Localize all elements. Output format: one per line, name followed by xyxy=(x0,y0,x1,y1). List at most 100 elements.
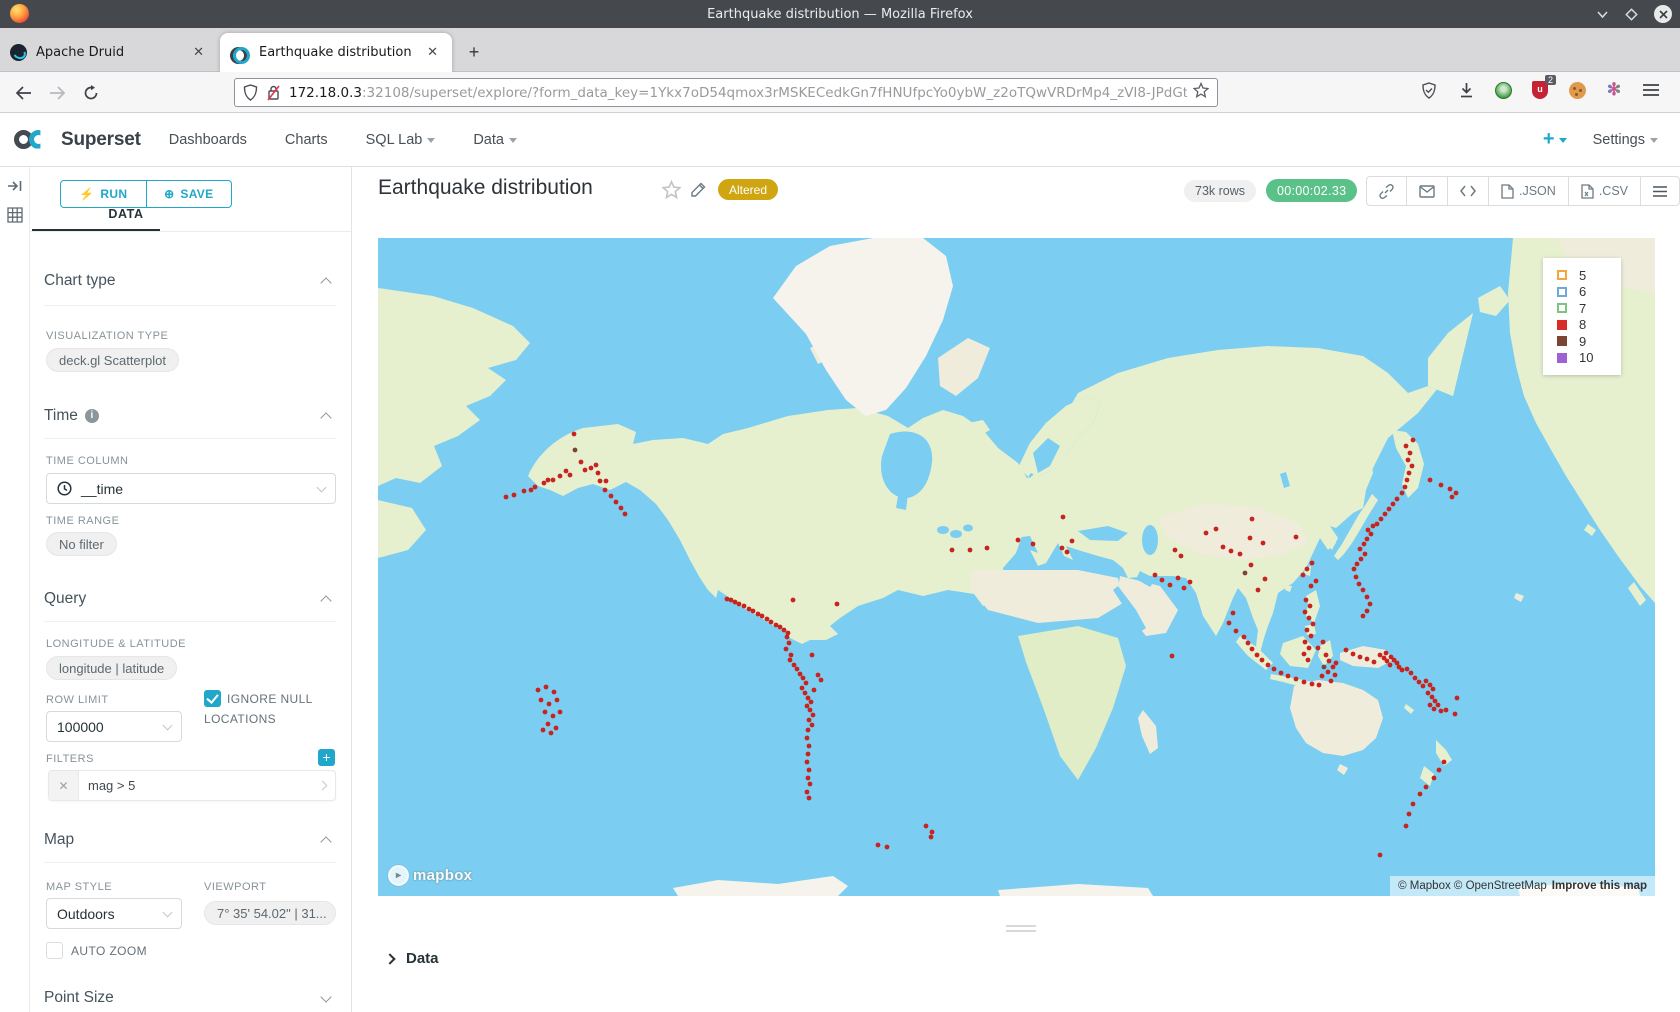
section-query[interactable]: Query xyxy=(44,590,330,608)
section-point-size[interactable]: Point Size xyxy=(44,989,330,1007)
add-new-button[interactable]: + xyxy=(1543,128,1567,151)
data-panel-toggle[interactable]: Data xyxy=(386,950,439,967)
remove-filter-icon[interactable]: ✕ xyxy=(49,771,79,800)
url-input[interactable]: 172.18.0.3:32108/superset/explore/?form_… xyxy=(234,78,1218,107)
legend-item-8[interactable]: 8 xyxy=(1557,317,1621,334)
viewport-value[interactable]: 7° 35' 54.02" | 31... xyxy=(204,901,336,925)
lonlat-value[interactable]: longitude | latitude xyxy=(46,656,177,680)
url-text: 172.18.0.3:32108/superset/explore/?form_… xyxy=(289,85,1187,101)
ignore-null-checkbox[interactable] xyxy=(204,690,221,707)
panel-drag-handle[interactable] xyxy=(1006,925,1036,932)
run-button[interactable]: ⚡RUN xyxy=(61,181,147,207)
legend-item-10[interactable]: 10 xyxy=(1557,350,1621,367)
row-limit-label: ROW LIMIT xyxy=(46,694,109,706)
minimize-icon[interactable] xyxy=(1596,8,1609,21)
insecure-lock-icon[interactable] xyxy=(266,84,281,101)
tab-label: Earthquake distribution xyxy=(259,45,412,60)
section-time[interactable]: Timei xyxy=(44,407,330,425)
close-icon[interactable] xyxy=(1654,5,1672,23)
ublock-extension-icon[interactable]: u 2 xyxy=(1529,79,1551,101)
legend-item-5[interactable]: 5 xyxy=(1557,267,1621,284)
world-basemap xyxy=(378,238,1655,896)
export-csv-button[interactable]: .CSV xyxy=(1569,177,1641,205)
auto-zoom-checkbox[interactable] xyxy=(46,942,63,959)
save-button[interactable]: ⊕SAVE xyxy=(147,181,232,207)
ignore-null-label: IGNORE NULL xyxy=(227,692,313,706)
nav-data[interactable]: Data xyxy=(473,132,517,148)
expand-icon xyxy=(320,991,331,1002)
colorful-extension-icon[interactable]: ✻ xyxy=(1603,79,1625,101)
privacy-extension-icon[interactable] xyxy=(1492,79,1514,101)
mapbox-logo[interactable]: ▸ mapbox xyxy=(388,865,472,886)
export-json-button[interactable]: .JSON xyxy=(1489,177,1569,205)
lightning-icon: ⚡ xyxy=(79,187,94,201)
dataset-grid-icon[interactable] xyxy=(7,207,23,228)
settings-menu[interactable]: Settings xyxy=(1593,132,1658,148)
menu-icon[interactable] xyxy=(1640,79,1662,101)
time-range-value[interactable]: No filter xyxy=(46,532,117,556)
url-toolbar: 172.18.0.3:32108/superset/explore/?form_… xyxy=(0,72,1680,113)
deckgl-scatterplot-map[interactable]: 5678910 ▸ mapbox © Mapbox © OpenStreetMa… xyxy=(378,238,1655,896)
chevron-down-icon xyxy=(427,138,435,143)
legend-swatch xyxy=(1557,320,1567,330)
legend-item-9[interactable]: 9 xyxy=(1557,333,1621,350)
legend-swatch xyxy=(1557,270,1567,280)
chevron-down-icon xyxy=(509,138,517,143)
section-map[interactable]: Map xyxy=(44,831,330,849)
favorite-star-icon[interactable] xyxy=(662,180,681,204)
maximize-icon[interactable] xyxy=(1625,8,1638,21)
map-style-select[interactable]: Outdoors xyxy=(46,898,182,929)
time-column-select[interactable]: __time xyxy=(46,473,336,504)
attribution-text[interactable]: © Mapbox © OpenStreetMap xyxy=(1398,880,1547,892)
add-filter-button[interactable]: + xyxy=(318,749,335,766)
share-link-button[interactable] xyxy=(1367,177,1407,205)
nav-dashboards[interactable]: Dashboards xyxy=(169,132,247,148)
reload-icon[interactable] xyxy=(78,80,104,106)
chevron-down-icon xyxy=(1650,138,1658,143)
edit-properties-icon[interactable] xyxy=(690,181,707,203)
superset-logo[interactable]: Superset xyxy=(14,128,141,152)
legend-label: 9 xyxy=(1579,334,1586,349)
legend-swatch xyxy=(1557,303,1567,313)
chevron-right-icon xyxy=(318,781,328,791)
legend-swatch xyxy=(1557,287,1567,297)
chevron-right-icon xyxy=(384,953,395,964)
save-plus-icon: ⊕ xyxy=(164,187,174,201)
viz-type-label: VISUALIZATION TYPE xyxy=(46,330,168,342)
improve-map-link[interactable]: Improve this map xyxy=(1552,880,1647,892)
tab-close-icon[interactable]: ✕ xyxy=(423,43,442,62)
tab-earthquake-distribution[interactable]: Earthquake distribution ✕ xyxy=(220,33,452,72)
expand-panel-icon[interactable] xyxy=(7,179,23,198)
bookmark-star-icon[interactable] xyxy=(1193,82,1209,103)
legend-item-6[interactable]: 6 xyxy=(1557,284,1621,301)
nav-sql-lab[interactable]: SQL Lab xyxy=(366,132,436,148)
embed-code-button[interactable] xyxy=(1448,177,1489,205)
email-button[interactable] xyxy=(1407,177,1448,205)
nav-charts[interactable]: Charts xyxy=(285,132,328,148)
back-icon[interactable] xyxy=(10,80,36,106)
altered-badge[interactable]: Altered xyxy=(718,179,778,200)
tracking-shield-icon[interactable] xyxy=(243,84,258,101)
window-title: Earthquake distribution — Mozilla Firefo… xyxy=(0,7,1680,22)
chart-title: Earthquake distribution xyxy=(378,176,593,200)
tab-label: Apache Druid xyxy=(36,45,124,60)
tab-data[interactable]: DATA xyxy=(75,207,177,231)
collapse-icon xyxy=(320,412,331,423)
chart-menu-button[interactable] xyxy=(1641,177,1679,205)
cookie-extension-icon[interactable] xyxy=(1566,79,1588,101)
section-chart-type[interactable]: Chart type xyxy=(44,272,330,290)
forward-icon[interactable] xyxy=(44,80,70,106)
downloads-icon[interactable] xyxy=(1455,79,1477,101)
tab-apache-druid[interactable]: Apache Druid ✕ xyxy=(0,33,218,72)
pocket-shield-icon[interactable] xyxy=(1418,79,1440,101)
legend-label: 5 xyxy=(1579,268,1586,283)
new-tab-button[interactable]: + xyxy=(462,40,486,64)
filter-item[interactable]: ✕ mag > 5 xyxy=(48,770,336,801)
tab-close-icon[interactable]: ✕ xyxy=(189,43,208,62)
viz-type-value[interactable]: deck.gl Scatterplot xyxy=(46,348,179,372)
legend-item-7[interactable]: 7 xyxy=(1557,300,1621,317)
collapse-icon xyxy=(320,595,331,606)
chevron-down-icon xyxy=(317,482,327,492)
data-panel-label: Data xyxy=(406,950,439,967)
row-limit-select[interactable]: 100000 xyxy=(46,711,182,742)
